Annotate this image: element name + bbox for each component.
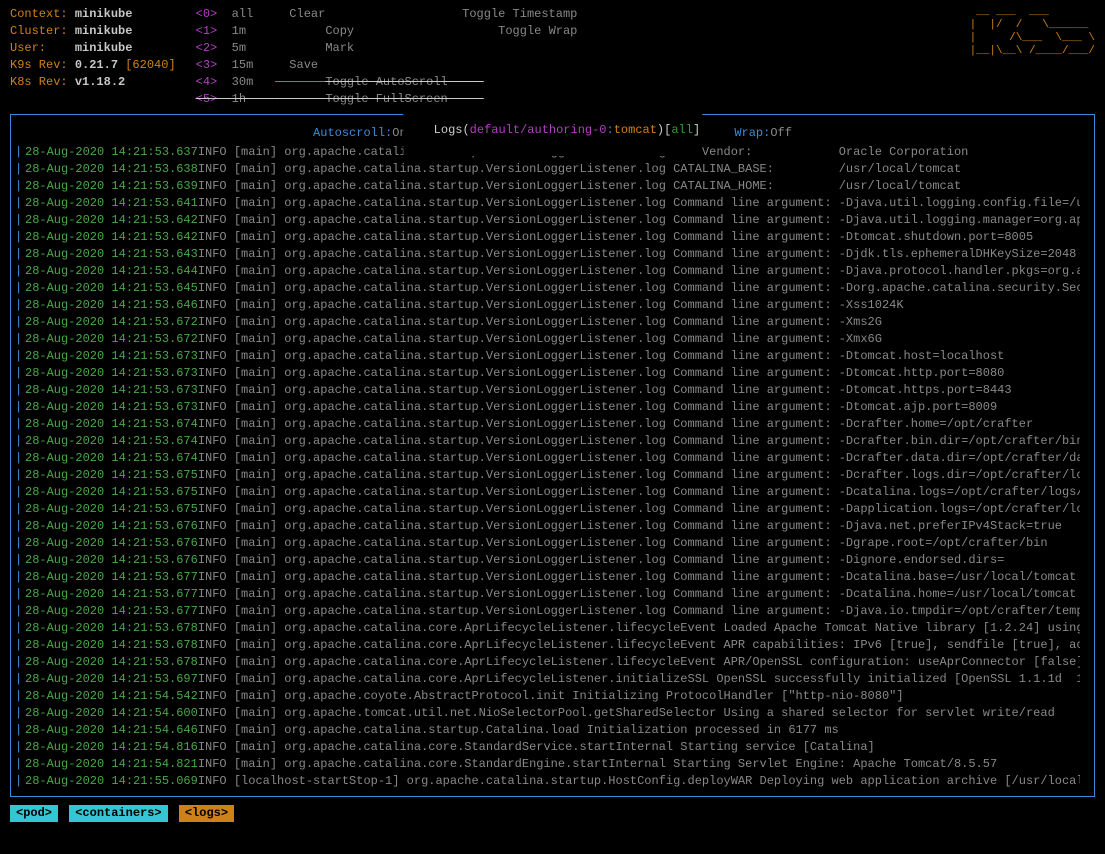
log-line: |28-Aug-2020 14:21:53.676 INFO [main] or… — [15, 518, 1090, 535]
log-line: |28-Aug-2020 14:21:53.677 INFO [main] or… — [15, 586, 1090, 603]
log-line: |28-Aug-2020 14:21:53.646 INFO [main] or… — [15, 297, 1090, 314]
log-line: |28-Aug-2020 14:21:53.674 INFO [main] or… — [15, 450, 1090, 467]
crumb-pod[interactable]: <pod> — [10, 805, 58, 822]
log-line: |28-Aug-2020 14:21:55.069 INFO [localhos… — [15, 773, 1090, 790]
hotkeys: <0> all Clear Toggle Timestamp <1> 1m Co… — [196, 6, 578, 108]
k9s-logo: __ ___ ___ | |/ / \______ | /\___ \___ \… — [970, 6, 1095, 58]
log-line: |28-Aug-2020 14:21:53.697 INFO [main] or… — [15, 671, 1090, 688]
log-body[interactable]: |28-Aug-2020 14:21:53.637 INFO [main] or… — [15, 144, 1090, 790]
log-line: |28-Aug-2020 14:21:53.642 INFO [main] or… — [15, 229, 1090, 246]
log-line: |28-Aug-2020 14:21:53.676 INFO [main] or… — [15, 535, 1090, 552]
log-line: |28-Aug-2020 14:21:53.677 INFO [main] or… — [15, 569, 1090, 586]
log-line: |28-Aug-2020 14:21:53.673 INFO [main] or… — [15, 348, 1090, 365]
log-line: |28-Aug-2020 14:21:53.676 INFO [main] or… — [15, 552, 1090, 569]
log-line: |28-Aug-2020 14:21:53.673 INFO [main] or… — [15, 365, 1090, 382]
log-line: |28-Aug-2020 14:21:53.675 INFO [main] or… — [15, 501, 1090, 518]
breadcrumb: <pod> <containers> <logs> — [10, 805, 1095, 822]
log-line: |28-Aug-2020 14:21:53.645 INFO [main] or… — [15, 280, 1090, 297]
log-line: |28-Aug-2020 14:21:53.678 INFO [main] or… — [15, 637, 1090, 654]
log-line: |28-Aug-2020 14:21:53.639 INFO [main] or… — [15, 178, 1090, 195]
log-line: |28-Aug-2020 14:21:53.678 INFO [main] or… — [15, 620, 1090, 637]
log-line: |28-Aug-2020 14:21:53.641 INFO [main] or… — [15, 195, 1090, 212]
context-info: Context: minikube Cluster: minikube User… — [10, 6, 176, 91]
log-line: |28-Aug-2020 14:21:53.673 INFO [main] or… — [15, 382, 1090, 399]
log-line: |28-Aug-2020 14:21:53.675 INFO [main] or… — [15, 484, 1090, 501]
log-line: |28-Aug-2020 14:21:53.675 INFO [main] or… — [15, 467, 1090, 484]
panel-title: Logs(default/authoring-0:tomcat)[all] — [403, 105, 702, 156]
log-line: |28-Aug-2020 14:21:53.673 INFO [main] or… — [15, 399, 1090, 416]
log-line: |28-Aug-2020 14:21:53.642 INFO [main] or… — [15, 212, 1090, 229]
log-line: |28-Aug-2020 14:21:54.542 INFO [main] or… — [15, 688, 1090, 705]
log-line: |28-Aug-2020 14:21:54.821 INFO [main] or… — [15, 756, 1090, 773]
log-line: |28-Aug-2020 14:21:53.672 INFO [main] or… — [15, 331, 1090, 348]
log-line: |28-Aug-2020 14:21:53.677 INFO [main] or… — [15, 603, 1090, 620]
log-line: |28-Aug-2020 14:21:53.638 INFO [main] or… — [15, 161, 1090, 178]
logs-panel[interactable]: Logs(default/authoring-0:tomcat)[all] Au… — [10, 114, 1095, 797]
log-line: |28-Aug-2020 14:21:54.816 INFO [main] or… — [15, 739, 1090, 756]
log-line: |28-Aug-2020 14:21:53.643 INFO [main] or… — [15, 246, 1090, 263]
log-line: |28-Aug-2020 14:21:54.646 INFO [main] or… — [15, 722, 1090, 739]
log-line: |28-Aug-2020 14:21:53.644 INFO [main] or… — [15, 263, 1090, 280]
header: Context: minikube Cluster: minikube User… — [10, 6, 1095, 108]
log-line: |28-Aug-2020 14:21:53.674 INFO [main] or… — [15, 433, 1090, 450]
crumb-logs[interactable]: <logs> — [179, 805, 234, 822]
log-line: |28-Aug-2020 14:21:54.600 INFO [main] or… — [15, 705, 1090, 722]
log-line: |28-Aug-2020 14:21:53.672 INFO [main] or… — [15, 314, 1090, 331]
log-line: |28-Aug-2020 14:21:53.674 INFO [main] or… — [15, 416, 1090, 433]
crumb-containers[interactable]: <containers> — [69, 805, 167, 822]
log-line: |28-Aug-2020 14:21:53.678 INFO [main] or… — [15, 654, 1090, 671]
